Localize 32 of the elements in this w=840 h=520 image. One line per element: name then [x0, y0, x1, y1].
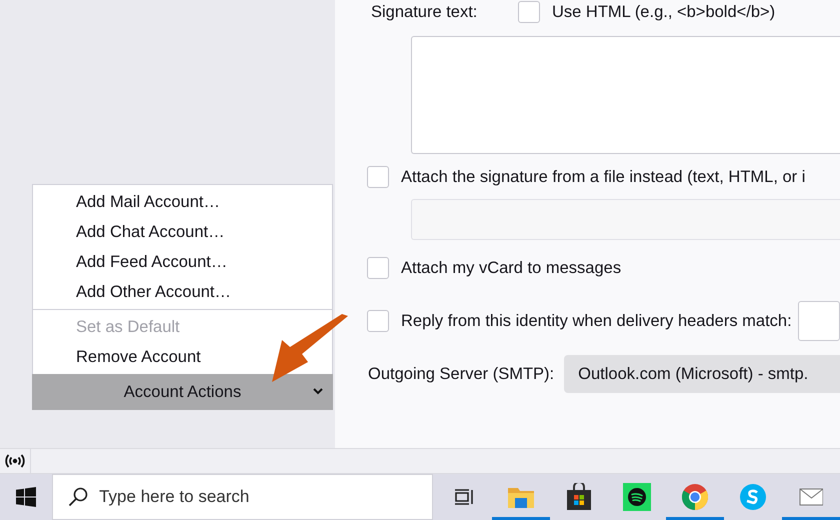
task-view-icon	[453, 487, 473, 507]
checkbox-label: Attach my vCard to messages	[401, 258, 622, 278]
checkbox-label: Reply from this identity when delivery headers match:	[401, 312, 792, 330]
menu-item[interactable]: Add Mail Account…	[33, 187, 332, 217]
checkbox-label: Use HTML (e.g., <b>bold</b>)	[552, 2, 776, 22]
search-field[interactable]: Type here to search	[52, 474, 433, 520]
menu-item[interactable]: Add Other Account…	[33, 277, 332, 307]
folder-icon	[507, 485, 535, 509]
account-actions-button[interactable]: Account Actions	[32, 374, 333, 410]
envelope-icon	[799, 487, 823, 507]
broadcast-icon	[5, 454, 25, 468]
search-icon	[68, 487, 88, 507]
music-app-icon	[623, 483, 651, 511]
file-path-field[interactable]	[411, 199, 840, 240]
checkbox[interactable]	[518, 1, 540, 23]
checkbox[interactable]	[367, 166, 389, 188]
browser-icon	[681, 483, 709, 511]
menu-item[interactable]: Add Feed Account…	[33, 247, 332, 277]
outgoing-server-label: Outgoing Server (SMTP):	[368, 364, 554, 384]
caret-icon	[313, 388, 323, 395]
checkbox-label: Attach the signature from a file instead (text, HTML, or i	[401, 168, 806, 186]
headers-field[interactable]	[798, 301, 840, 341]
chat-app-icon	[739, 483, 767, 511]
signature-text-area[interactable]	[411, 36, 840, 154]
shopping-bag-icon	[566, 483, 592, 511]
windows-start-icon[interactable]	[16, 487, 36, 507]
checkbox[interactable]	[367, 310, 389, 332]
outgoing-server-dropdown[interactable]: Outlook.com (Microsoft) - smtp.	[564, 355, 840, 393]
menu-item[interactable]: Remove Account	[33, 342, 332, 372]
signature-label: Signature text:	[371, 2, 478, 22]
checkbox[interactable]	[367, 257, 389, 279]
menu-item[interactable]: Add Chat Account…	[33, 217, 332, 247]
